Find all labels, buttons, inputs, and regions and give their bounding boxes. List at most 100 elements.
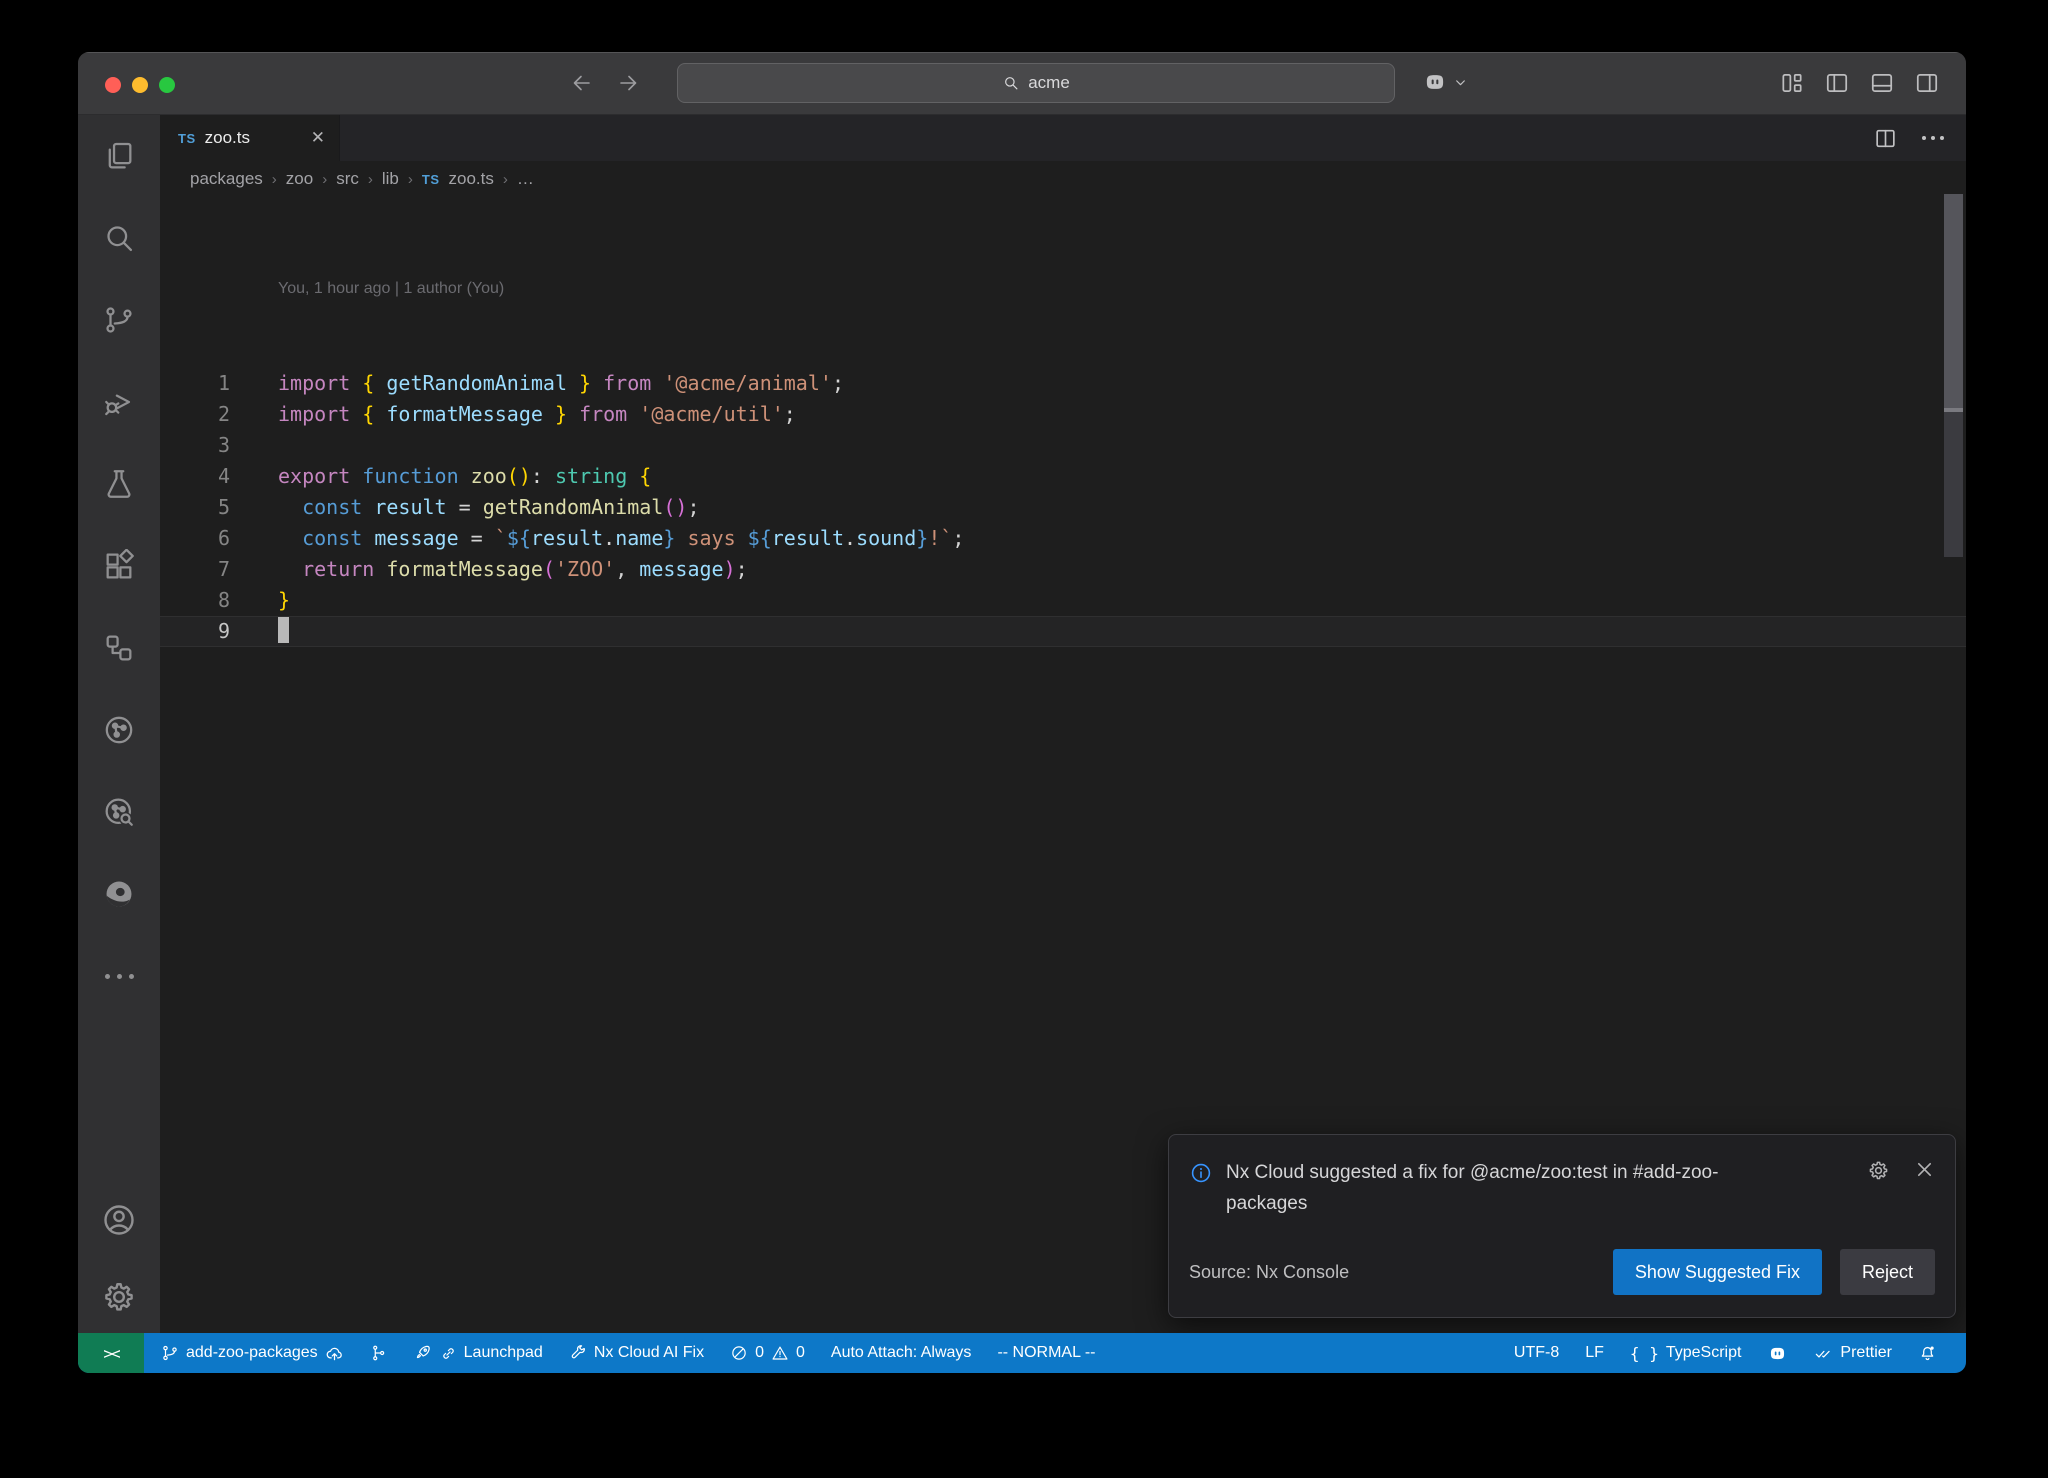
search-icon bbox=[1002, 74, 1020, 92]
run-and-debug-icon[interactable] bbox=[78, 361, 160, 443]
breadcrumb: packages› zoo› src› lib› TS zoo.ts› … bbox=[160, 161, 1966, 197]
language-label: TypeScript bbox=[1666, 1344, 1742, 1362]
chevron-right-icon: › bbox=[408, 171, 413, 188]
notification-settings-gear-icon[interactable] bbox=[1867, 1159, 1890, 1182]
notification-close-icon[interactable] bbox=[1914, 1159, 1935, 1180]
title-bar: acme bbox=[78, 52, 1966, 115]
code-lines: 1import { getRandomAnimal } from '@acme/… bbox=[160, 368, 1966, 647]
scrollbar-slider[interactable] bbox=[1944, 194, 1963, 408]
chevron-down-icon bbox=[1454, 76, 1467, 89]
code-line[interactable]: 3 bbox=[160, 430, 1966, 461]
code-line[interactable]: 5 const result = getRandomAnimal(); bbox=[160, 492, 1966, 523]
vscode-window: acme TS zoo.ts bbox=[78, 52, 1966, 1373]
more-views-icon[interactable] bbox=[78, 935, 160, 1017]
line-number: 4 bbox=[160, 461, 230, 492]
line-number: 5 bbox=[160, 492, 230, 523]
line-number: 9 bbox=[160, 616, 230, 647]
source-control-icon[interactable] bbox=[78, 279, 160, 361]
eol-item[interactable]: LF bbox=[1576, 1333, 1613, 1373]
code-line[interactable]: 4export function zoo(): string { bbox=[160, 461, 1966, 492]
git-graph-icon bbox=[370, 1344, 388, 1362]
search-view-icon[interactable] bbox=[78, 197, 160, 279]
vim-mode-label: -- NORMAL -- bbox=[997, 1344, 1095, 1362]
eol-label: LF bbox=[1585, 1344, 1604, 1362]
show-suggested-fix-button[interactable]: Show Suggested Fix bbox=[1613, 1249, 1822, 1295]
code-line[interactable]: 8} bbox=[160, 585, 1966, 616]
accounts-icon[interactable] bbox=[78, 1179, 160, 1261]
prettier-item[interactable]: Prettier bbox=[1805, 1333, 1901, 1373]
breadcrumb-item[interactable]: zoo bbox=[286, 169, 313, 189]
command-center-search[interactable]: acme bbox=[677, 63, 1395, 103]
encoding-label: UTF-8 bbox=[1514, 1344, 1559, 1362]
testing-icon[interactable] bbox=[78, 443, 160, 525]
tab-zoo-ts[interactable]: TS zoo.ts ✕ bbox=[160, 115, 340, 161]
explorer-icon[interactable] bbox=[78, 115, 160, 197]
forward-arrow-icon[interactable] bbox=[616, 71, 640, 95]
notifications-bell-item[interactable] bbox=[1909, 1333, 1946, 1373]
bell-dot-icon bbox=[1918, 1344, 1937, 1363]
scrollbar-track-lower[interactable] bbox=[1944, 412, 1963, 557]
code-line[interactable]: 7 return formatMessage('ZOO', message); bbox=[160, 554, 1966, 585]
warning-count: 0 bbox=[796, 1344, 805, 1362]
commit-graph-search-icon[interactable] bbox=[78, 771, 160, 853]
code-line[interactable]: 9 bbox=[160, 616, 1966, 647]
copilot-menu[interactable] bbox=[1422, 69, 1467, 95]
git-blame-annotation[interactable]: You, 1 hour ago | 1 author (You) bbox=[278, 273, 1966, 304]
breadcrumb-item[interactable]: … bbox=[517, 169, 534, 189]
line-number: 2 bbox=[160, 399, 230, 430]
rocket-icon bbox=[414, 1344, 433, 1363]
more-actions-icon[interactable] bbox=[1922, 136, 1944, 140]
chevron-right-icon: › bbox=[272, 171, 277, 188]
close-window-button[interactable] bbox=[105, 77, 121, 93]
vim-mode-item[interactable]: -- NORMAL -- bbox=[988, 1333, 1104, 1373]
search-value: acme bbox=[1028, 73, 1070, 93]
copilot-icon bbox=[1422, 69, 1448, 95]
breadcrumb-item[interactable]: src bbox=[336, 169, 359, 189]
line-number: 8 bbox=[160, 585, 230, 616]
back-arrow-icon[interactable] bbox=[570, 71, 594, 95]
git-graph-item[interactable] bbox=[361, 1333, 397, 1373]
typescript-file-icon: TS bbox=[178, 131, 196, 146]
toggle-primary-sidebar-icon[interactable] bbox=[1824, 70, 1850, 96]
minimize-window-button[interactable] bbox=[132, 77, 148, 93]
code-line[interactable]: 2import { formatMessage } from '@acme/ut… bbox=[160, 399, 1966, 430]
traffic-lights bbox=[105, 77, 175, 93]
copilot-status-item[interactable] bbox=[1758, 1333, 1797, 1373]
nx-cloud-ai-fix-item[interactable]: Nx Cloud AI Fix bbox=[560, 1333, 713, 1373]
code-line[interactable]: 1import { getRandomAnimal } from '@acme/… bbox=[160, 368, 1966, 399]
edge-browser-icon[interactable] bbox=[78, 853, 160, 935]
breadcrumb-item[interactable]: packages bbox=[190, 169, 263, 189]
tab-bar: TS zoo.ts ✕ bbox=[160, 115, 1966, 161]
auto-attach-item[interactable]: Auto Attach: Always bbox=[822, 1333, 981, 1373]
breadcrumb-item[interactable]: zoo.ts bbox=[449, 169, 494, 189]
nx-console-icon[interactable] bbox=[78, 607, 160, 689]
launchpad-label: Launchpad bbox=[464, 1344, 543, 1362]
toggle-panel-icon[interactable] bbox=[1869, 70, 1895, 96]
prettier-label: Prettier bbox=[1840, 1344, 1892, 1362]
breadcrumb-item[interactable]: lib bbox=[382, 169, 399, 189]
remote-indicator[interactable]: >< bbox=[78, 1333, 144, 1373]
reject-button[interactable]: Reject bbox=[1840, 1249, 1935, 1295]
code-line[interactable]: 6 const message = `${result.name} says $… bbox=[160, 523, 1966, 554]
language-mode-item[interactable]: { } TypeScript bbox=[1621, 1333, 1751, 1373]
link-icon bbox=[440, 1345, 457, 1362]
zoom-window-button[interactable] bbox=[159, 77, 175, 93]
copilot-icon bbox=[1767, 1343, 1788, 1364]
encoding-item[interactable]: UTF-8 bbox=[1505, 1333, 1568, 1373]
tab-close-icon[interactable]: ✕ bbox=[311, 128, 325, 148]
chevron-right-icon: › bbox=[322, 171, 327, 188]
commit-graph-icon[interactable] bbox=[78, 689, 160, 771]
problems-item[interactable]: 0 0 bbox=[721, 1333, 814, 1373]
nx-cloud-ai-fix-label: Nx Cloud AI Fix bbox=[594, 1344, 704, 1362]
toggle-secondary-sidebar-icon[interactable] bbox=[1914, 70, 1940, 96]
line-number: 7 bbox=[160, 554, 230, 585]
settings-gear-icon[interactable] bbox=[78, 1261, 160, 1333]
error-count: 0 bbox=[755, 1344, 764, 1362]
customize-layout-icon[interactable] bbox=[1779, 70, 1805, 96]
git-branch-icon bbox=[161, 1344, 179, 1362]
extensions-icon[interactable] bbox=[78, 525, 160, 607]
chevron-right-icon: › bbox=[368, 171, 373, 188]
split-editor-icon[interactable] bbox=[1873, 126, 1898, 151]
launchpad-item[interactable]: Launchpad bbox=[405, 1333, 552, 1373]
git-branch-item[interactable]: add-zoo-packages bbox=[152, 1333, 353, 1373]
